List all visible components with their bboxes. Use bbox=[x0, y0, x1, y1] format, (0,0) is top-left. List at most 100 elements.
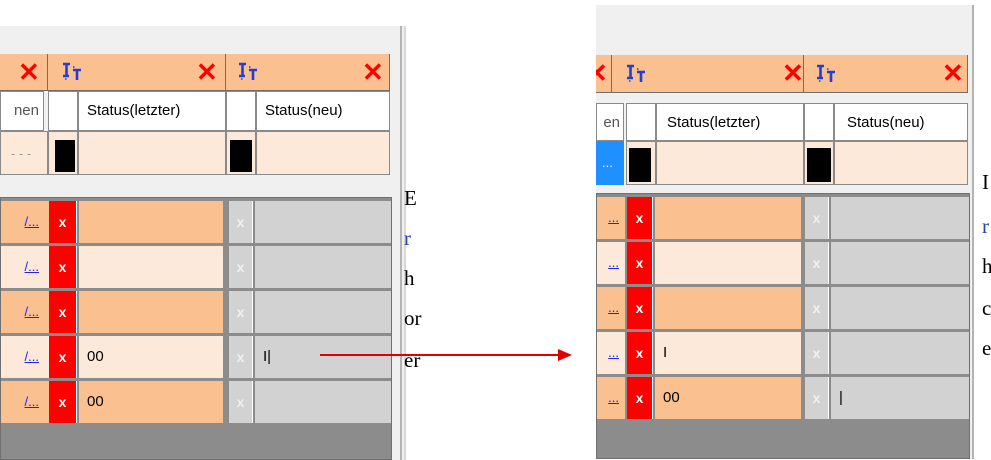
status-neu-cell[interactable] bbox=[831, 242, 969, 284]
close-column-button[interactable]: ✕ bbox=[942, 59, 964, 87]
column-header-status-letzter[interactable]: Status(letzter) bbox=[78, 91, 226, 131]
status-letzter-cell[interactable] bbox=[655, 287, 801, 329]
filter-status-neu[interactable] bbox=[834, 141, 968, 185]
column-group-icon[interactable] bbox=[624, 63, 648, 85]
column-header-status-letzter[interactable]: Status(letzter) bbox=[656, 103, 804, 141]
after-panel: ✕ ✕ ✕ en Status(letzter) Status(neu) ...… bbox=[596, 5, 991, 459]
filter-dropdown[interactable]: ... bbox=[596, 141, 624, 185]
status-neu-cell[interactable] bbox=[255, 246, 391, 288]
row-link[interactable]: ... bbox=[608, 255, 619, 270]
close-group-button[interactable]: ✕ bbox=[596, 59, 608, 87]
filter-cell[interactable] bbox=[48, 131, 78, 175]
status-flag-red[interactable]: x bbox=[627, 377, 653, 419]
table-row-link[interactable]: /... bbox=[1, 246, 49, 288]
background-text: c bbox=[982, 296, 991, 320]
status-flag-red[interactable]: x bbox=[49, 381, 77, 423]
column-header-indicator[interactable] bbox=[48, 91, 78, 131]
row-link[interactable]: /... bbox=[25, 259, 39, 274]
group-header-status-old: ✕ bbox=[48, 54, 226, 91]
column-group-icon[interactable] bbox=[60, 61, 84, 83]
filter-marker bbox=[807, 148, 831, 182]
close-group-button[interactable]: ✕ bbox=[18, 58, 40, 86]
table-row-link[interactable]: ... bbox=[597, 287, 625, 329]
status-flag-gray[interactable]: x bbox=[805, 197, 829, 239]
status-flag-gray[interactable]: x bbox=[229, 291, 253, 333]
status-letzter-cell[interactable] bbox=[79, 246, 223, 288]
group-header-status-new: ✕ bbox=[804, 55, 968, 93]
filter-cell[interactable] bbox=[626, 141, 656, 185]
column-header-indicator[interactable] bbox=[626, 103, 656, 141]
status-flag-red[interactable]: x bbox=[627, 242, 653, 284]
status-letzter-cell[interactable]: 00 bbox=[79, 336, 223, 378]
row-link[interactable]: /... bbox=[25, 304, 39, 319]
status-letzter-cell[interactable]: I bbox=[655, 332, 801, 374]
filter-status-letzter[interactable] bbox=[78, 131, 226, 175]
row-link[interactable]: /... bbox=[25, 394, 39, 409]
status-flag-gray[interactable]: x bbox=[229, 336, 253, 378]
row-link[interactable]: ... bbox=[608, 345, 619, 360]
status-neu-cell[interactable] bbox=[831, 332, 969, 374]
status-flag-gray[interactable]: x bbox=[805, 332, 829, 374]
status-flag-red[interactable]: x bbox=[49, 336, 77, 378]
status-neu-cell[interactable] bbox=[255, 291, 391, 333]
status-flag-red[interactable]: x bbox=[627, 197, 653, 239]
status-flag-gray[interactable]: x bbox=[229, 201, 253, 243]
table-row-link[interactable]: /... bbox=[1, 291, 49, 333]
filter-marker bbox=[230, 140, 252, 172]
column-header-indicator[interactable] bbox=[804, 103, 834, 141]
status-letzter-cell[interactable]: 00 bbox=[79, 381, 223, 423]
panel-border bbox=[400, 26, 402, 460]
status-letzter-cell[interactable] bbox=[655, 242, 801, 284]
status-flag-gray[interactable]: x bbox=[805, 242, 829, 284]
status-neu-cell[interactable]: | bbox=[831, 377, 969, 419]
status-letzter-cell[interactable]: 00 bbox=[655, 377, 801, 419]
status-flag-gray[interactable]: x bbox=[229, 246, 253, 288]
filter-status-neu[interactable] bbox=[256, 131, 390, 175]
filter-cell[interactable] bbox=[226, 131, 256, 175]
column-header-status-neu[interactable]: Status(neu) bbox=[256, 91, 390, 131]
table-row-link[interactable]: /... bbox=[1, 201, 49, 243]
status-neu-cell[interactable] bbox=[831, 287, 969, 329]
table-row-link[interactable]: /... bbox=[1, 381, 49, 423]
table-row-link[interactable]: ... bbox=[597, 332, 625, 374]
status-flag-red[interactable]: x bbox=[627, 287, 653, 329]
status-flag-gray[interactable]: x bbox=[229, 381, 253, 423]
table-row-link[interactable]: ... bbox=[597, 242, 625, 284]
status-flag-red[interactable]: x bbox=[49, 246, 77, 288]
status-neu-cell[interactable] bbox=[831, 197, 969, 239]
status-flag-red[interactable]: x bbox=[627, 332, 653, 374]
status-letzter-cell[interactable] bbox=[79, 201, 223, 243]
status-letzter-cell[interactable] bbox=[655, 197, 801, 239]
table-row-link[interactable]: /... bbox=[1, 336, 49, 378]
row-link[interactable]: /... bbox=[25, 214, 39, 229]
status-flag-gray[interactable]: x bbox=[805, 287, 829, 329]
background-text: r bbox=[404, 226, 411, 250]
group-header-status-old: ✕ bbox=[612, 55, 804, 93]
column-header-status-neu[interactable]: Status(neu) bbox=[834, 103, 968, 141]
status-flag-gray[interactable]: x bbox=[805, 377, 829, 419]
column-group-icon[interactable] bbox=[236, 61, 260, 83]
filter-dropdown[interactable]: - - - bbox=[0, 131, 48, 175]
column-header-indicator[interactable] bbox=[226, 91, 256, 131]
status-letzter-cell[interactable] bbox=[79, 291, 223, 333]
close-column-button[interactable]: ✕ bbox=[362, 58, 384, 86]
table-row-link[interactable]: ... bbox=[597, 377, 625, 419]
status-neu-cell[interactable] bbox=[255, 201, 391, 243]
filter-cell[interactable] bbox=[804, 141, 834, 185]
status-neu-cell[interactable] bbox=[255, 381, 391, 423]
column-header-partial[interactable]: nen bbox=[0, 91, 44, 131]
background-text: or bbox=[404, 306, 422, 330]
row-link[interactable]: ... bbox=[608, 300, 619, 315]
row-link[interactable]: ... bbox=[608, 390, 619, 405]
column-header-partial[interactable]: en bbox=[596, 103, 624, 141]
table-row-link[interactable]: ... bbox=[597, 197, 625, 239]
close-column-button[interactable]: ✕ bbox=[782, 59, 803, 87]
filter-status-letzter[interactable] bbox=[656, 141, 804, 185]
status-flag-red[interactable]: x bbox=[49, 201, 77, 243]
before-panel: ✕ ✕ ✕ nen Status(letzter) Status(neu) - … bbox=[0, 26, 422, 460]
status-flag-red[interactable]: x bbox=[49, 291, 77, 333]
row-link[interactable]: /... bbox=[25, 349, 39, 364]
row-link[interactable]: ... bbox=[608, 210, 619, 225]
column-group-icon[interactable] bbox=[814, 63, 838, 85]
close-column-button[interactable]: ✕ bbox=[196, 58, 218, 86]
